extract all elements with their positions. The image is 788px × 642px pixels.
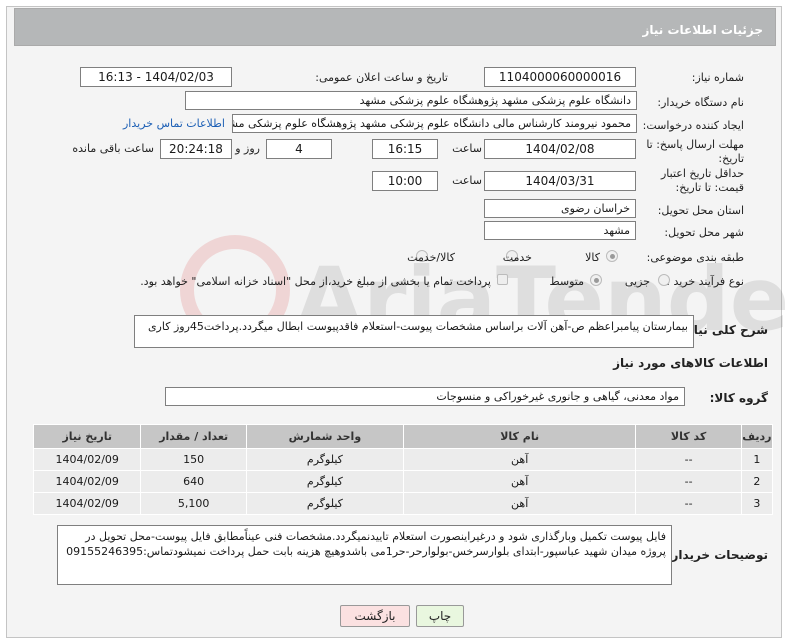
reply-date-field: 1404/02/08 xyxy=(484,139,636,159)
table-row: 2 -- آهن کیلوگرم 640 1404/02/09 xyxy=(32,470,774,493)
col-qty: تعداد / مقدار xyxy=(140,424,247,449)
col-name: نام کالا xyxy=(402,424,637,449)
cell-name: آهن xyxy=(402,448,637,471)
need-number-field: 1104000060000016 xyxy=(484,67,636,87)
col-row: ردیف xyxy=(740,424,774,449)
category-option-goods: کالا xyxy=(585,251,600,264)
creator-label: ایجاد کننده درخواست: xyxy=(642,119,744,132)
category-radio-goods[interactable] xyxy=(606,250,618,262)
cell-unit: کیلوگرم xyxy=(245,492,404,515)
table-header-row: ردیف کد کالا نام کالا واحد شمارش تعداد /… xyxy=(32,424,774,449)
goods-info-heading: اطلاعات کالاهای مورد نیاز xyxy=(613,356,768,370)
process-option-minor: جزیی xyxy=(624,275,650,288)
table-row: 1 -- آهن کیلوگرم 150 1404/02/09 xyxy=(32,448,774,471)
validity-time-field: 10:00 xyxy=(372,171,438,191)
cell-row: 2 xyxy=(740,470,774,493)
cell-code: -- xyxy=(635,448,742,471)
payment-note: پرداخت تمام یا بخشی از مبلغ خرید،از محل … xyxy=(140,275,491,288)
day-and-label: روز و xyxy=(235,142,260,155)
cell-qty: 150 xyxy=(140,448,247,471)
buyer-notes-field: فایل پیوست تکمیل وبارگذاری شود و درغیرای… xyxy=(57,525,672,585)
city-field: مشهد xyxy=(484,221,636,240)
col-date: تاریخ نیاز xyxy=(32,424,142,449)
category-label: طبقه بندی موضوعی: xyxy=(646,251,744,264)
table-row: 3 -- آهن کیلوگرم 5,100 1404/02/09 xyxy=(32,492,774,515)
cell-date: 1404/02/09 xyxy=(32,492,142,515)
cell-row: 1 xyxy=(740,448,774,471)
days-field: 4 xyxy=(266,139,332,159)
validity-date-field: 1404/03/31 xyxy=(484,171,636,191)
buyer-org-label: نام دستگاه خریدار: xyxy=(657,96,744,109)
price-validity-label: حداقل تاریخ اعتبار قیمت: تا تاریخ: xyxy=(660,167,744,194)
cell-row: 3 xyxy=(740,492,774,515)
col-code: کد کالا xyxy=(635,424,742,449)
province-field: خراسان رضوی xyxy=(484,199,636,218)
process-radio-medium[interactable] xyxy=(590,274,602,286)
buyer-contact-link[interactable]: اطلاعات تماس خریدار xyxy=(123,117,225,130)
announce-datetime-label: تاریخ و ساعت اعلان عمومی: xyxy=(315,71,448,84)
cell-qty: 5,100 xyxy=(140,492,247,515)
goods-group-label: گروه کالا: xyxy=(709,391,768,405)
category-option-goods-service: کالا/خدمت xyxy=(407,251,455,264)
city-label: شهر محل تحویل: xyxy=(664,226,744,239)
general-desc-label: شرح کلی نیاز: xyxy=(682,323,768,337)
remaining-time-field: 20:24:18 xyxy=(160,139,232,159)
treasury-payment-checkbox[interactable] xyxy=(497,274,508,285)
validity-time-label: ساعت xyxy=(452,174,482,187)
remaining-label: ساعت باقی مانده xyxy=(72,142,154,155)
cell-qty: 640 xyxy=(140,470,247,493)
cell-unit: کیلوگرم xyxy=(245,448,404,471)
need-number-label: شماره نیاز: xyxy=(691,71,744,84)
category-option-service: خدمت xyxy=(502,251,532,264)
general-desc-field: بیمارستان پیامبراعظم ص-آهن آلات براساس م… xyxy=(134,315,694,348)
goods-group-field: مواد معدنی، گیاهی و جانوری غیرخوراکی و م… xyxy=(165,387,685,406)
page-title: جزئیات اطلاعات نیاز xyxy=(14,8,776,46)
reply-time-label: ساعت xyxy=(452,142,482,155)
buyer-notes-label: توضیحات خریدار: xyxy=(666,548,768,562)
cell-code: -- xyxy=(635,470,742,493)
print-button[interactable]: چاپ xyxy=(416,605,464,627)
process-option-medium: متوسط xyxy=(549,275,584,288)
cell-code: -- xyxy=(635,492,742,515)
cell-date: 1404/02/09 xyxy=(32,470,142,493)
reply-time-field: 16:15 xyxy=(372,139,438,159)
cell-unit: کیلوگرم xyxy=(245,470,404,493)
col-unit: واحد شمارش xyxy=(245,424,404,449)
cell-name: آهن xyxy=(402,492,637,515)
process-radio-minor[interactable] xyxy=(658,274,670,286)
province-label: استان محل تحویل: xyxy=(657,204,744,217)
goods-table: ردیف کد کالا نام کالا واحد شمارش تعداد /… xyxy=(32,424,774,515)
buyer-org-field: دانشگاه علوم پزشکی مشهد پژوهشگاه علوم پز… xyxy=(185,91,637,110)
process-label: نوع فرآیند خرید : xyxy=(666,275,744,288)
reply-deadline-label: مهلت ارسال پاسخ: تا تاریخ: xyxy=(646,138,744,165)
back-button[interactable]: بازگشت xyxy=(340,605,410,627)
cell-date: 1404/02/09 xyxy=(32,448,142,471)
announce-datetime-field: 1404/02/03 - 16:13 xyxy=(80,67,232,87)
creator-field: محمود نیرومند کارشناس مالی دانشگاه علوم … xyxy=(232,114,637,133)
cell-name: آهن xyxy=(402,470,637,493)
